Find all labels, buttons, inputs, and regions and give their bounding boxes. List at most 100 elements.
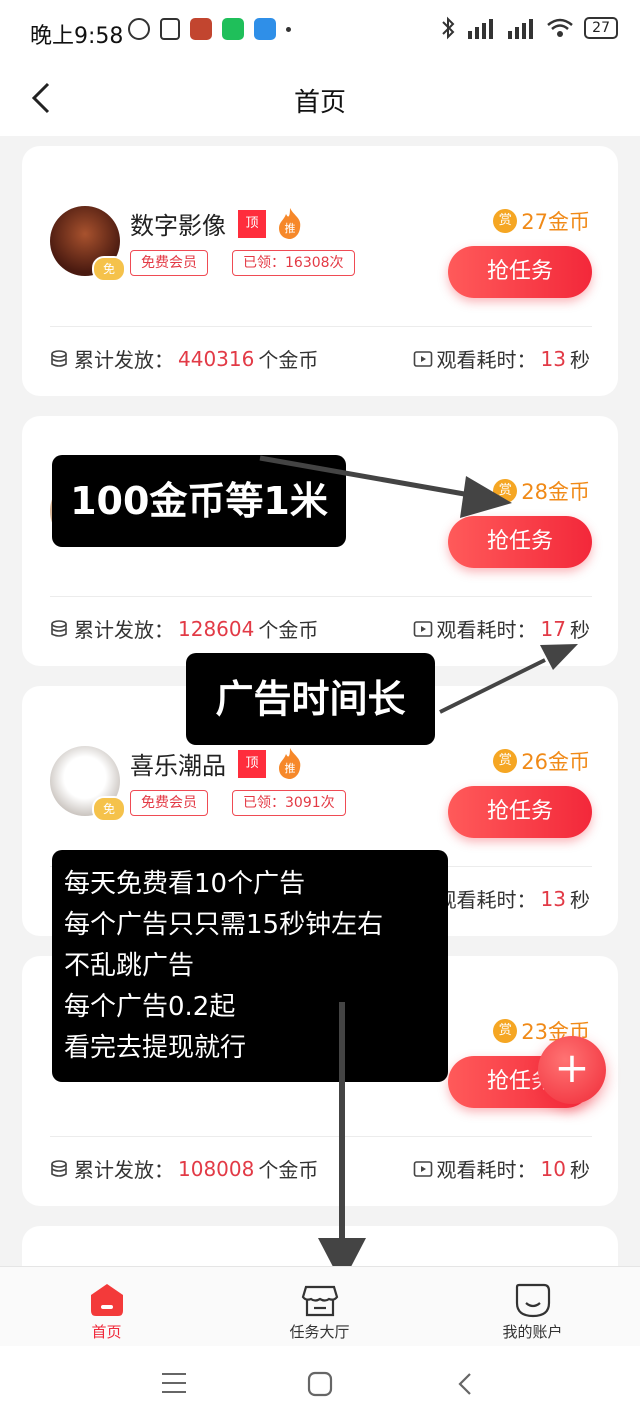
- annotation-text: 100金币等1米: [70, 479, 328, 523]
- total-value: 440316: [178, 346, 255, 371]
- free-badge-icon: 免: [92, 796, 126, 822]
- add-fab-button[interactable]: +: [538, 1036, 606, 1104]
- reward-coin-icon: 赏: [493, 209, 518, 233]
- grab-task-button[interactable]: 抢任务: [448, 516, 592, 568]
- total-unit: 个金币: [258, 618, 319, 642]
- reward-coin-icon: 赏: [493, 749, 518, 773]
- total-value: 108008: [178, 1156, 255, 1181]
- task-card[interactable]: [22, 1226, 618, 1266]
- reward-coin-icon: 赏: [493, 1019, 518, 1043]
- time-value: 13: [540, 886, 566, 911]
- time-label: 观看耗时：: [436, 348, 537, 372]
- total-label: 累计发放：: [74, 618, 174, 642]
- tab-my-account-label: 我的账户: [502, 1323, 563, 1341]
- annotation-box: 100金币等1米: [52, 455, 346, 547]
- time-unit: 秒: [570, 618, 590, 642]
- signal-icon: [468, 19, 494, 39]
- member-pill: 免费会员: [130, 250, 208, 276]
- total-issued: 累计发放： 128604 个金币: [50, 614, 318, 643]
- shop-name: 数字影像: [130, 212, 226, 240]
- reward-amount: 28金币: [521, 480, 590, 504]
- pinned-tag: 顶: [238, 750, 266, 778]
- recommend-label: 推: [285, 221, 296, 235]
- reward-amount: 26金币: [521, 750, 590, 774]
- time-label: 观看耗时：: [436, 618, 537, 642]
- time-label: 观看耗时：: [436, 1158, 537, 1182]
- annotation-line: 不乱跳广告: [64, 951, 195, 981]
- total-value: 128604: [178, 616, 255, 641]
- wechat-icon: [222, 18, 244, 40]
- home-icon: [90, 1284, 123, 1316]
- coins-stack-icon: [51, 1159, 67, 1177]
- time-value: 10: [540, 1156, 566, 1181]
- time-value: 13: [540, 346, 566, 371]
- grab-task-button[interactable]: 抢任务: [448, 246, 592, 298]
- reward-amount: 27金币: [521, 210, 590, 234]
- tab-home-label: 首页: [91, 1323, 122, 1341]
- total-unit: 个金币: [258, 1158, 319, 1182]
- annotation-line: 看完去提现就行: [64, 1033, 247, 1063]
- divider: [50, 326, 592, 327]
- home-button-icon[interactable]: [306, 1370, 334, 1398]
- reward: 赏 28金币: [493, 476, 590, 506]
- task-card[interactable]: 免 数字影像 顶 推 免费会员 已领：16308次 赏 27金币 抢任务 累计发…: [22, 146, 618, 396]
- alarm-icon: [128, 18, 150, 40]
- reward: 赏 27金币: [493, 206, 590, 236]
- nfc-icon: [160, 18, 180, 40]
- shop-name: 喜乐潮品: [130, 752, 226, 780]
- status-time: 晚上9:58: [30, 24, 124, 49]
- time-unit: 秒: [570, 348, 590, 372]
- divider: [50, 1136, 592, 1137]
- cloud-icon: [254, 18, 276, 40]
- watch-time: 观看耗时： 13 秒: [413, 344, 590, 373]
- reward: 赏 26金币: [493, 746, 590, 776]
- system-icons: 27: [440, 16, 618, 40]
- more-dot-icon: [286, 26, 291, 32]
- claimed-count-pill: 已领：16308次: [232, 250, 355, 276]
- time-unit: 秒: [570, 1158, 590, 1182]
- app-notification-icon: [190, 18, 212, 40]
- annotation-line: 每天免费看10个广告: [64, 869, 306, 899]
- coins-stack-icon: [51, 349, 67, 367]
- recommend-label: 推: [285, 761, 296, 775]
- flame-recommend-icon: 推: [279, 208, 301, 239]
- divider: [50, 596, 592, 597]
- member-pill: 免费会员: [130, 790, 208, 816]
- battery-indicator: 27: [584, 17, 618, 39]
- total-label: 累计发放：: [74, 1158, 174, 1182]
- tab-home[interactable]: 首页: [0, 1267, 213, 1347]
- pinned-tag: 顶: [238, 210, 266, 238]
- time-unit: 秒: [570, 888, 590, 912]
- claimed-count-pill: 已领：3091次: [232, 790, 346, 816]
- watch-time: 观看耗时： 17 秒: [413, 614, 590, 643]
- total-label: 累计发放：: [74, 348, 174, 372]
- tab-task-hall-label: 任务大厅: [289, 1323, 350, 1341]
- status-bar: 晚上9:58 27: [0, 0, 640, 62]
- menu-icon[interactable]: [160, 1370, 188, 1396]
- flame-recommend-icon: 推: [279, 748, 301, 779]
- system-nav-bar: [0, 1346, 640, 1422]
- play-video-icon: [413, 620, 432, 637]
- reward-coin-icon: 赏: [493, 479, 518, 503]
- free-badge-icon: 免: [92, 256, 126, 282]
- grab-task-button[interactable]: 抢任务: [448, 786, 592, 838]
- profile-icon: [515, 1283, 550, 1318]
- back-button-icon[interactable]: [454, 1370, 478, 1398]
- play-video-icon: [413, 350, 432, 367]
- tab-task-hall[interactable]: 任务大厅: [213, 1267, 426, 1347]
- coins-stack-icon: [51, 619, 67, 637]
- annotation-text: 广告时间长: [215, 677, 406, 721]
- total-issued: 累计发放： 108008 个金币: [50, 1154, 318, 1183]
- page-title: 首页: [293, 88, 346, 118]
- play-video-icon: [413, 1160, 432, 1177]
- time-label: 观看耗时：: [436, 888, 537, 912]
- bluetooth-icon: [442, 16, 455, 40]
- tab-my-account[interactable]: 我的账户: [426, 1267, 639, 1347]
- total-unit: 个金币: [258, 348, 319, 372]
- signal-icon-2: [508, 19, 534, 39]
- annotation-line: 每个广告只只需15秒钟左右: [64, 910, 384, 940]
- bottom-tab-bar: 首页 任务大厅 我的账户: [0, 1266, 640, 1347]
- annotation-box: 每天免费看10个广告 每个广告只只需15秒钟左右 不乱跳广告 每个广告0.2起 …: [52, 850, 448, 1082]
- store-icon: [301, 1285, 338, 1317]
- header-bar: 首页: [0, 62, 640, 136]
